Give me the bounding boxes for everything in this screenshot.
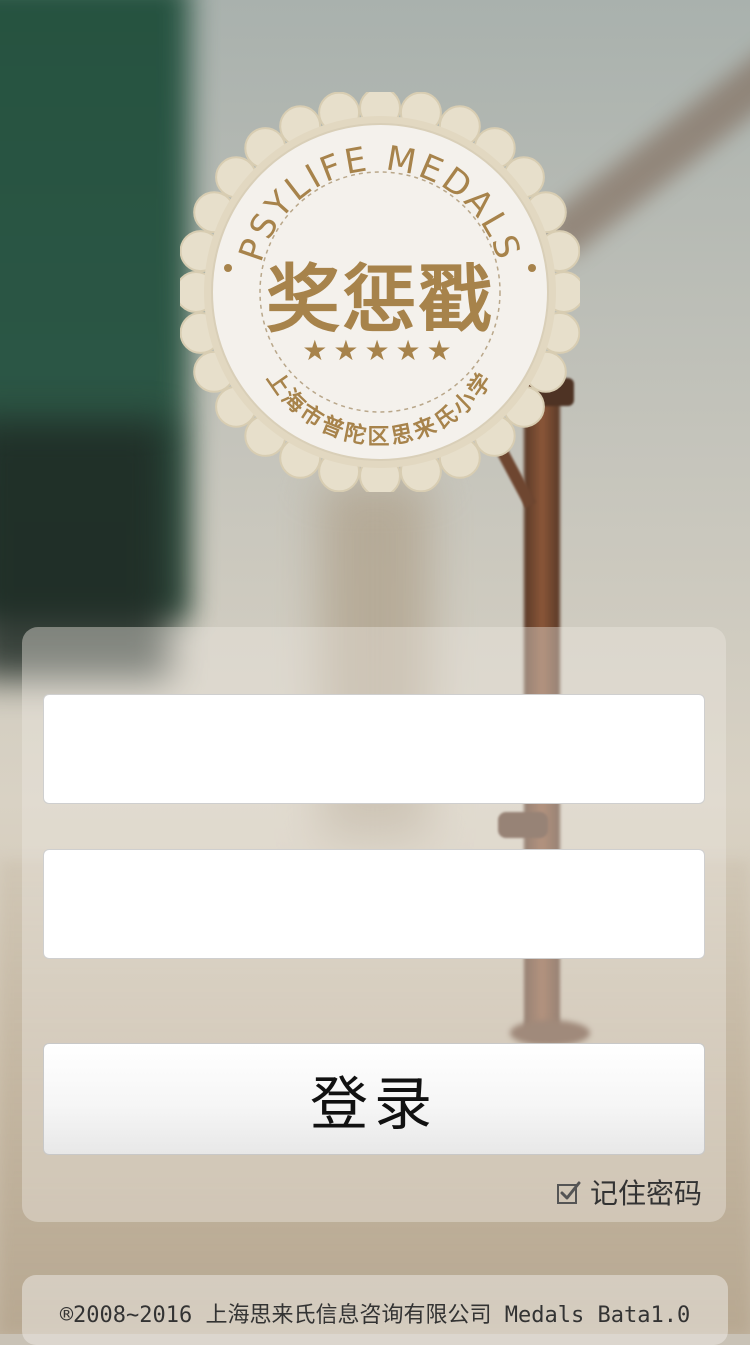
- password-field[interactable]: [43, 849, 705, 959]
- checkbox-checked-icon[interactable]: [556, 1180, 581, 1204]
- medal-title: 奖惩戳: [266, 257, 494, 343]
- psylife-medal-logo: PSYLIFE MEDALS ★★★★★ 上海市普陀区思来氏小学 奖惩戳: [180, 92, 580, 492]
- footer-bar: ®2008~2016 上海思来氏信息咨询有限公司 Medals Bata1.0: [22, 1275, 728, 1345]
- copyright-text: ®2008~2016 上海思来氏信息咨询有限公司 Medals Bata1.0: [59, 1303, 691, 1328]
- username-input[interactable]: [44, 695, 704, 803]
- remember-password-toggle[interactable]: 记住密码: [556, 1172, 702, 1212]
- login-button[interactable]: 登录: [43, 1043, 705, 1155]
- remember-password-label: 记住密码: [589, 1177, 702, 1210]
- username-field[interactable]: [43, 694, 705, 804]
- password-input[interactable]: [44, 850, 704, 958]
